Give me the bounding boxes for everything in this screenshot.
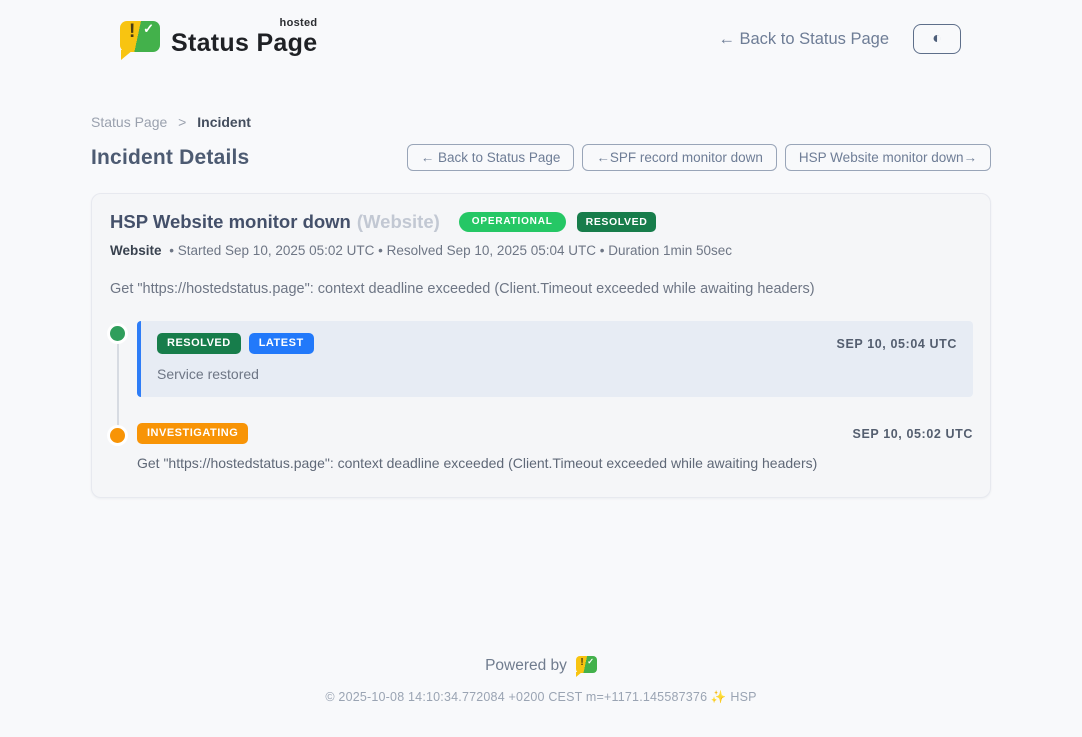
header-right: ← Back to Status Page ◐ [718, 24, 961, 54]
timeline-item-resolved: RESOLVED LATEST SEP 10, 05:04 UTC Servic… [110, 321, 973, 397]
exclamation-icon: ! [129, 22, 135, 41]
breadcrumb-separator: > [178, 114, 186, 130]
timeline-item-investigating: INVESTIGATING SEP 10, 05:02 UTC Get "htt… [110, 423, 973, 471]
resolved-status-badge: RESOLVED [577, 212, 657, 233]
timeline-item-content: RESOLVED LATEST SEP 10, 05:04 UTC Servic… [137, 321, 973, 397]
theme-toggle-button[interactable]: ◐ [913, 24, 961, 54]
incident-meta-component: Website [110, 243, 162, 258]
exclamation-icon: ! [580, 658, 583, 668]
footer-logo-icon: ! ✓ [576, 655, 597, 676]
powered-by-text: Powered by [485, 657, 567, 675]
incident-component: (Website) [357, 211, 440, 232]
copyright-text: © 2025-10-08 14:10:34.772084 +0200 CEST … [0, 690, 1082, 705]
timeline-dot-green [110, 326, 125, 341]
operational-status-badge: OPERATIONAL [459, 212, 566, 232]
incident-nav-buttons: ← Back to Status Page ←SPF record monito… [407, 144, 991, 171]
timeline-item-content: INVESTIGATING SEP 10, 05:02 UTC Get "htt… [137, 423, 973, 471]
timeline-dot-orange [110, 428, 125, 443]
powered-by-link[interactable]: Powered by ! ✓ [0, 655, 1082, 676]
incident-title-row: HSP Website monitor down (Website) OPERAT… [110, 211, 973, 233]
back-to-status-page-button[interactable]: ← Back to Status Page [407, 144, 575, 171]
title-row: Incident Details ← Back to Status Page ←… [91, 144, 991, 171]
header-back-to-status-page-link[interactable]: ← Back to Status Page [718, 30, 889, 49]
header: ! ✓ hosted Status Page ← Back to Status … [0, 0, 1082, 62]
timeline-message: Get "https://hostedstatus.page": context… [137, 455, 973, 471]
timeline-timestamp: SEP 10, 05:02 UTC [853, 427, 973, 441]
prev-incident-button[interactable]: ←SPF record monitor down [582, 144, 777, 171]
brand-name: Status Page [171, 29, 317, 57]
breadcrumb-incident: Incident [197, 114, 251, 130]
timeline-timestamp: SEP 10, 05:04 UTC [837, 337, 957, 351]
check-icon: ✓ [143, 22, 154, 35]
footer: Powered by ! ✓ © 2025-10-08 14:10:34.772… [0, 655, 1082, 705]
incident-meta-details: • Started Sep 10, 2025 05:02 UTC • Resol… [169, 243, 732, 258]
timeline-item-head: INVESTIGATING SEP 10, 05:02 UTC [137, 423, 973, 444]
timeline-badges: INVESTIGATING [137, 423, 248, 444]
investigating-badge: INVESTIGATING [137, 423, 248, 444]
latest-badge: LATEST [249, 333, 314, 354]
timeline-item-head: RESOLVED LATEST SEP 10, 05:04 UTC [157, 333, 957, 354]
incident-timeline: RESOLVED LATEST SEP 10, 05:04 UTC Servic… [110, 321, 973, 471]
page-title: Incident Details [91, 146, 249, 170]
incident-card: HSP Website monitor down (Website) OPERAT… [91, 193, 991, 498]
status-page-logo-icon: ! ✓ [120, 19, 160, 59]
incident-description: Get "https://hostedstatus.page": context… [110, 281, 973, 297]
breadcrumb: Status Page > Incident [91, 114, 991, 130]
incident-meta: Website • Started Sep 10, 2025 05:02 UTC… [110, 243, 973, 258]
incident-title: HSP Website monitor down (Website) [110, 211, 440, 233]
brand-text-wrap: hosted Status Page [171, 21, 317, 58]
resolved-badge: RESOLVED [157, 333, 241, 354]
status-page-logo[interactable]: ! ✓ hosted Status Page [120, 19, 317, 59]
next-incident-button[interactable]: HSP Website monitor down→ [785, 144, 991, 171]
speech-bubble-shape [120, 21, 160, 52]
brand-superscript: hosted [280, 17, 318, 29]
timeline-badges: RESOLVED LATEST [157, 333, 314, 354]
incident-title-text: HSP Website monitor down [110, 211, 351, 232]
circle-half-icon: ◐ [932, 31, 942, 47]
timeline-message: Service restored [157, 366, 957, 382]
main-content: Status Page > Incident Incident Details … [91, 114, 991, 498]
check-icon: ✓ [587, 658, 594, 666]
breadcrumb-status-page[interactable]: Status Page [91, 114, 167, 130]
